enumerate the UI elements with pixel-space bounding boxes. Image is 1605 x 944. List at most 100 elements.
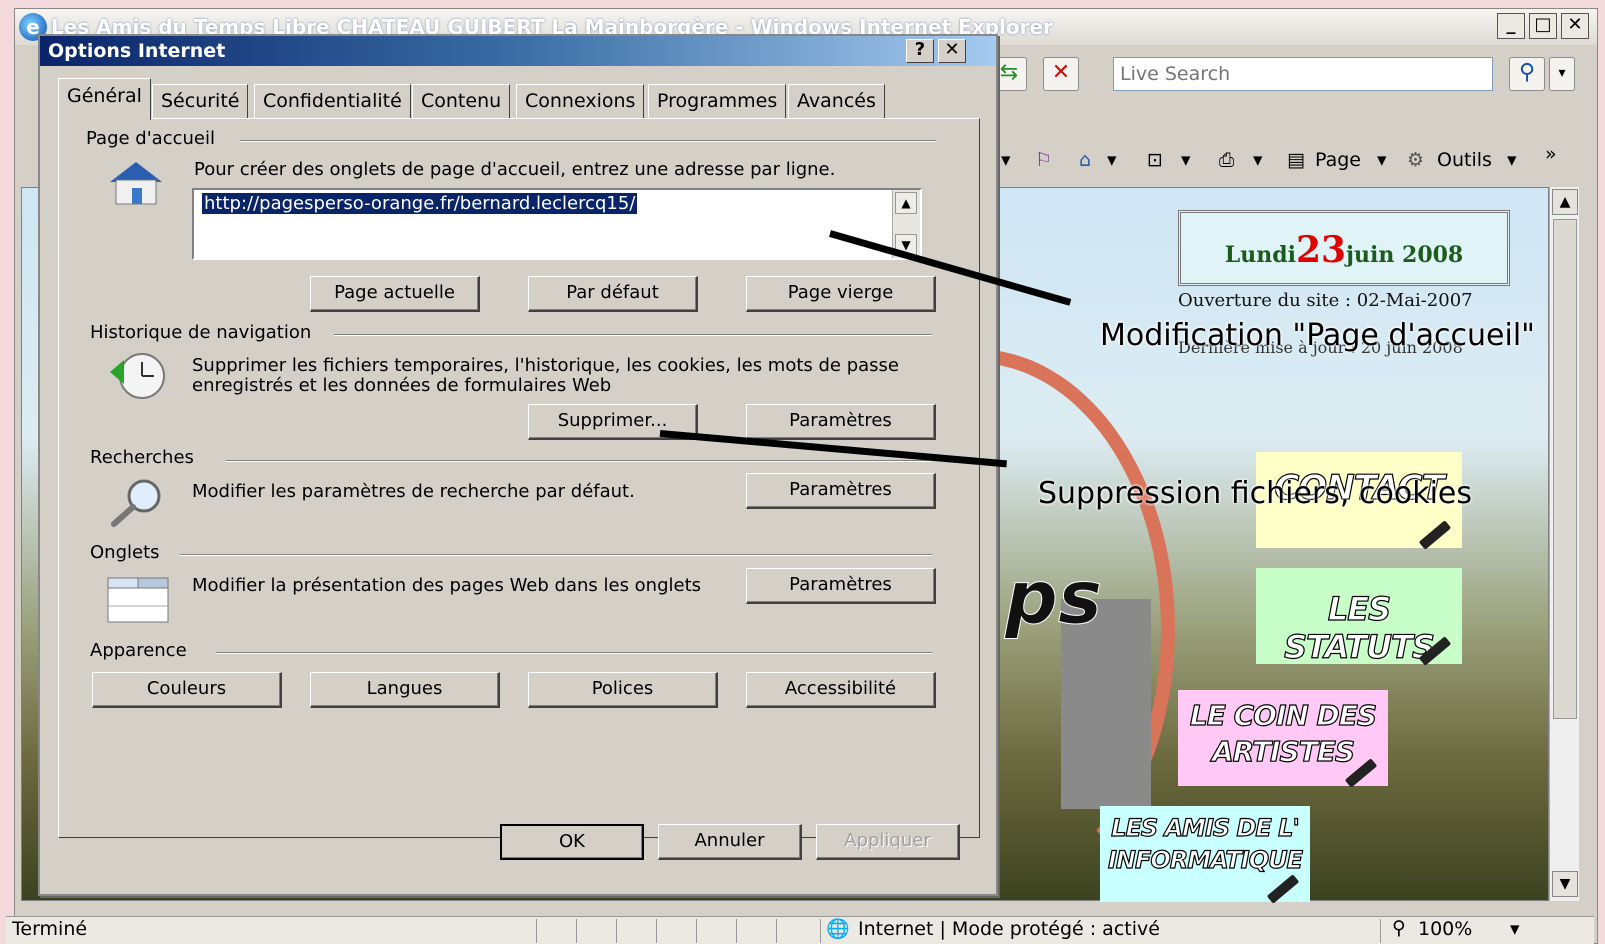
status-separator [576, 919, 577, 943]
informatique-label-line2: INFORMATIQUE [1107, 845, 1303, 874]
maximize-button[interactable]: □ [1529, 13, 1557, 39]
minimize-button[interactable]: _ [1497, 13, 1525, 39]
feeds-icon[interactable]: ⚐ [1035, 149, 1052, 171]
informatique-link[interactable]: LES AMIS DE L' INFORMATIQUE [1100, 806, 1310, 904]
fonts-button[interactable]: Polices [528, 672, 718, 708]
search-dropdown-icon[interactable]: ▾ [1549, 57, 1575, 91]
languages-button[interactable]: Langues [310, 672, 500, 708]
blank-page-button[interactable]: Page vierge [746, 276, 936, 312]
status-bar: Terminé 🌐 Internet | Mode protégé : acti… [6, 916, 1594, 944]
scroll-up-icon[interactable]: ▲ [1552, 189, 1578, 215]
tools-menu[interactable]: Outils [1437, 149, 1492, 171]
homepage-section-title: Page d'accueil [86, 128, 229, 149]
history-settings-button[interactable]: Paramètres [746, 404, 936, 440]
home-dropdown-icon[interactable]: ▾ [1107, 149, 1117, 171]
apply-button[interactable]: Appliquer [816, 824, 960, 860]
gear-icon: ⚙ [1407, 149, 1425, 171]
home-icon[interactable]: ⌂ [1079, 149, 1091, 171]
history-description-line2: enregistrés et les données de formulaire… [192, 375, 612, 396]
search-input[interactable] [1113, 57, 1493, 91]
site-opening-date: Ouverture du site : 02-Mai-2007 [1178, 290, 1473, 311]
artistes-label-line1: LE COIN DES [1189, 698, 1377, 732]
page-dropdown-icon[interactable]: ▾ [1377, 149, 1387, 171]
tab-security[interactable]: Sécurité [152, 84, 249, 118]
status-separator [616, 919, 617, 943]
rss-menu-dropdown-icon[interactable]: ▾ [1181, 149, 1191, 171]
help-button[interactable]: ? [906, 39, 934, 63]
status-separator [776, 919, 777, 943]
tab-advanced[interactable]: Avancés [788, 84, 885, 118]
magnifier-icon [106, 476, 170, 528]
tabs-description: Modifier la présentation des pages Web d… [192, 575, 702, 596]
scroll-up-icon[interactable]: ▲ [895, 192, 917, 214]
tab-content[interactable]: Contenu [412, 84, 511, 118]
statuts-label: LES STATUTS [1284, 589, 1436, 666]
print-icon[interactable]: ⎙ [1219, 149, 1234, 171]
colors-button[interactable]: Couleurs [92, 672, 282, 708]
search-description: Modifier les paramètres de recherche par… [192, 481, 635, 502]
pencil-icon [1418, 520, 1452, 550]
date-suffix: juin 2008 [1346, 242, 1464, 268]
tab-programs[interactable]: Programmes [648, 84, 787, 118]
rss-icon[interactable]: ⊡ [1147, 149, 1163, 171]
homepage-url-field[interactable]: http://pagesperso-orange.fr/bernard.lecl… [192, 188, 922, 260]
tab-general[interactable]: Général [58, 78, 151, 120]
cancel-button[interactable]: Annuler [658, 824, 802, 860]
zoom-icon: ⚲ [1392, 917, 1406, 939]
date-box: Lundi23juin 2008 [1178, 210, 1510, 286]
scroll-thumb[interactable] [1553, 219, 1577, 719]
status-separator [696, 919, 697, 943]
tab-privacy[interactable]: Confidentialité [254, 84, 411, 118]
history-description-line1: Supprimer les fichiers temporaires, l'hi… [192, 355, 900, 376]
status-separator [820, 919, 821, 943]
homepage-field-scrollbar[interactable]: ▲ ▼ [892, 190, 920, 258]
scroll-down-icon[interactable]: ▼ [1552, 871, 1578, 897]
tabs-section-title: Onglets [90, 542, 174, 563]
homepage-description: Pour créer des onglets de page d'accueil… [194, 159, 836, 180]
tools-dropdown-icon[interactable]: ▾ [1507, 149, 1517, 171]
annotation-delete: Suppression fichiers, cookies [1038, 476, 1473, 511]
current-page-button[interactable]: Page actuelle [310, 276, 480, 312]
homepage-url-text: http://pagesperso-orange.fr/bernard.lecl… [202, 193, 638, 214]
date-prefix: Lundi [1224, 242, 1296, 268]
status-separator [536, 919, 537, 943]
section-divider [216, 652, 932, 654]
page-menu[interactable]: Page [1315, 149, 1361, 171]
artistes-link[interactable]: LE COIN DES ARTISTES [1178, 690, 1388, 788]
search-icon[interactable]: ⚲ [1509, 57, 1545, 91]
stop-icon[interactable]: ✕ [1043, 57, 1079, 91]
informatique-label-line1: LES AMIS DE L' [1111, 813, 1301, 842]
history-clock-icon [106, 350, 170, 402]
status-text: Terminé [12, 918, 88, 940]
ok-button[interactable]: OK [500, 824, 644, 860]
tabs-settings-button[interactable]: Paramètres [746, 568, 936, 604]
rss-dropdown-icon[interactable]: ▾ [1001, 149, 1011, 171]
status-separator [1380, 919, 1381, 943]
history-section-title: Historique de navigation [90, 322, 326, 343]
house-icon [104, 156, 168, 208]
default-page-button[interactable]: Par défaut [528, 276, 698, 312]
window-close-button[interactable]: ✕ [1561, 13, 1589, 39]
section-divider [226, 460, 932, 462]
security-zone[interactable]: Internet | Mode protégé : activé [858, 918, 1160, 940]
zoom-level[interactable]: 100% [1418, 918, 1472, 940]
search-section-title: Recherches [90, 447, 208, 468]
appearance-section-title: Apparence [90, 640, 201, 661]
section-divider [180, 554, 932, 556]
accessibility-button[interactable]: Accessibilité [746, 672, 936, 708]
annotation-homepage: Modification "Page d'accueil" [1100, 318, 1535, 353]
navigation-row: ⇆ ✕ ⚲ ▾ [975, 53, 1595, 97]
print-dropdown-icon[interactable]: ▾ [1253, 149, 1263, 171]
page-scrollbar[interactable]: ▲ ▼ [1549, 187, 1579, 901]
pencil-icon [1266, 874, 1300, 904]
tab-connections[interactable]: Connexions [516, 84, 645, 118]
chevron-more-icon[interactable]: » [1545, 143, 1557, 165]
site-title-fragment: ps [1004, 555, 1103, 642]
search-settings-button[interactable]: Paramètres [746, 473, 936, 509]
artistes-label-line2: ARTISTES [1211, 734, 1355, 768]
zoom-dropdown-icon[interactable]: ▾ [1510, 918, 1520, 940]
statuts-link[interactable]: LES STATUTS [1256, 568, 1462, 667]
globe-icon: 🌐 [826, 918, 850, 940]
dialog-close-button[interactable]: ✕ [938, 39, 966, 63]
status-separator [736, 919, 737, 943]
